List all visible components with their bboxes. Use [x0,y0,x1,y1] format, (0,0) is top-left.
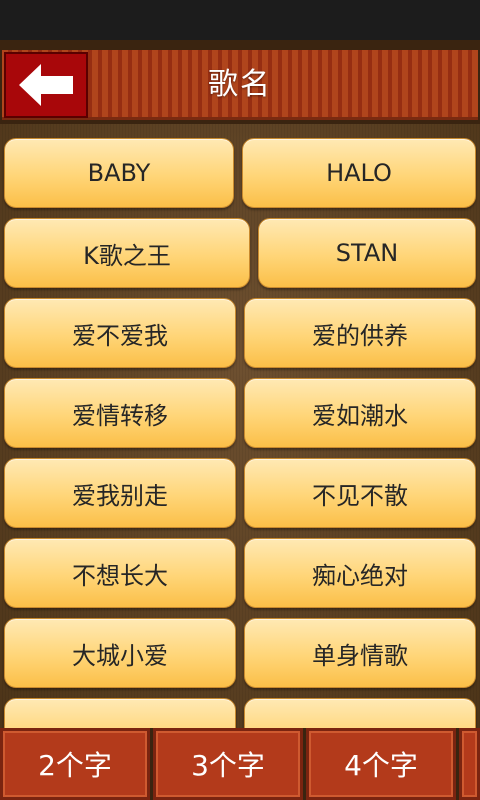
song-button-absolute-devotion[interactable]: 痴心绝对 [244,538,476,608]
song-row: 爱不爱我 爱的供养 [0,284,480,368]
song-row: 爱我别走 不见不散 [0,444,480,528]
song-list[interactable]: BABY HALO K歌之王 STAN 爱不爱我 爱的供养 爱情转移 爱如潮水 … [0,124,480,728]
song-button-love-like-tide[interactable]: 爱如潮水 [244,378,476,448]
back-button[interactable] [4,52,88,118]
tab-4-chars[interactable]: 4个字 [306,728,456,800]
song-row: 爱情转移 爱如潮水 [0,364,480,448]
song-button-single-love-song[interactable]: 单身情歌 [244,618,476,688]
song-button-baby[interactable]: BABY [4,138,234,208]
song-button-halo[interactable]: HALO [242,138,476,208]
song-button-love-me-dont-go[interactable]: 爱我别走 [4,458,236,528]
song-row: K歌之王 STAN [0,204,480,288]
status-bar [0,0,480,40]
song-button-love-transfer[interactable]: 爱情转移 [4,378,236,448]
song-row: 不想长大 痴心绝对 [0,524,480,608]
tab-3-chars[interactable]: 3个字 [153,728,303,800]
song-button-k-song-king[interactable]: K歌之王 [4,218,250,288]
song-button-big-city-little-love[interactable]: 大城小爱 [4,618,236,688]
song-button-stan[interactable]: STAN [258,218,476,288]
tab-2-chars[interactable]: 2个字 [0,728,150,800]
song-button-be-there-or-be-square[interactable]: 不见不散 [244,458,476,528]
song-button-partial[interactable] [4,698,236,728]
tab-more-partial[interactable] [459,728,480,800]
song-row [0,684,480,728]
song-row: BABY HALO [0,124,480,208]
song-button-love-me-or-not[interactable]: 爱不爱我 [4,298,236,368]
song-row: 大城小爱 单身情歌 [0,604,480,688]
song-button-dont-want-to-grow-up[interactable]: 不想长大 [4,538,236,608]
page-title: 歌名 [208,67,272,102]
arrow-left-icon [19,64,73,106]
song-button-partial[interactable] [244,698,476,728]
song-button-love-offering[interactable]: 爱的供养 [244,298,476,368]
